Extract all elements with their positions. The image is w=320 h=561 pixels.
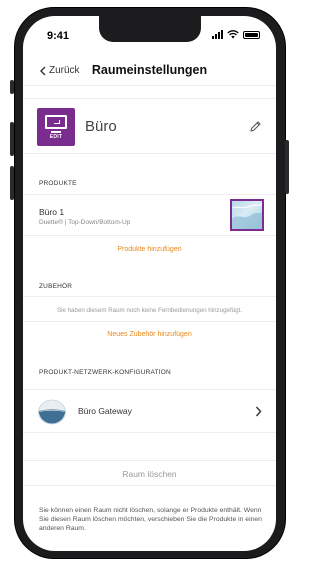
divider [23,296,276,297]
phone-mute-switch [10,80,14,94]
page-title: Raumeinstellungen [91,63,208,77]
monitor-icon [45,114,67,129]
gateway-row[interactable]: Büro Gateway [23,389,276,433]
add-accessory-link[interactable]: Neues Zubehör hinzufügen [23,331,276,338]
phone-volume-down-button [10,166,14,200]
room-icon-edit-label: EDIT [49,133,63,140]
product-thumbnail [230,199,264,231]
phone-volume-up-button [10,122,14,156]
product-subtitle: Duette® | Top-Down/Bottom-Up [39,219,131,226]
pencil-icon[interactable] [249,120,262,133]
network-section-header: PRODUKT-NETZWERK-KONFIGURATION [39,369,171,376]
delete-info-text: Sie können einen Raum nicht löschen, sol… [39,507,262,532]
divider [23,321,276,322]
status-time: 9:41 [47,30,70,42]
divider [23,235,276,236]
app-screen: 9:41 Zurück Raumeinstellungen EDIT Büro [23,16,276,551]
room-header: EDIT Büro [23,98,276,154]
product-row[interactable]: Büro 1 Duette® | Top-Down/Bottom-Up [23,195,276,235]
room-name: Büro [85,118,117,135]
signal-icon [212,30,223,39]
wifi-icon [227,30,239,39]
window-shade-image [232,203,262,229]
add-products-link[interactable]: Produkte hinzufügen [23,246,276,253]
status-icons [212,30,260,39]
products-section-header: PRODUKTE [39,180,77,187]
chevron-right-icon [255,406,262,417]
phone-notch [99,16,201,42]
product-name: Büro 1 [39,207,65,217]
room-icon-button[interactable]: EDIT [37,108,75,146]
gateway-name: Büro Gateway [78,406,132,416]
phone-power-button [285,140,289,194]
battery-icon [243,30,260,39]
gateway-icon [38,399,66,425]
accessories-empty-text: Sie haben diesem Raum noch keine Fernbed… [56,307,243,314]
navigation-bar: Zurück Raumeinstellungen [23,56,276,86]
delete-room-button[interactable]: Raum löschen [23,460,276,486]
accessories-section-header: ZUBEHÖR [39,283,73,290]
